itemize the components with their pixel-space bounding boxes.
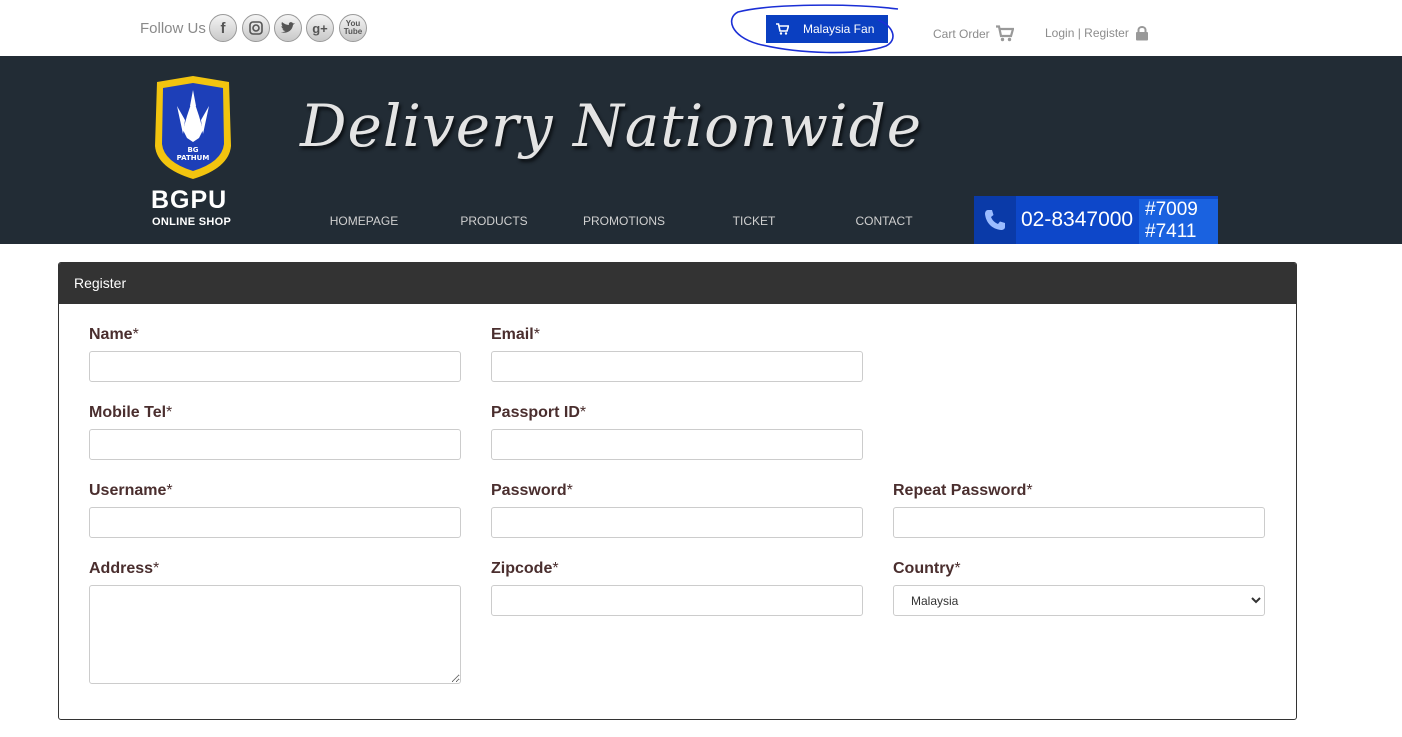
country-label: Country* bbox=[893, 560, 961, 577]
brand-name: BGPU bbox=[151, 186, 228, 214]
phone-number: 02-8347000 bbox=[1021, 208, 1134, 231]
lock-icon bbox=[1135, 26, 1148, 41]
mobile-tel-field[interactable] bbox=[89, 429, 461, 460]
username-label: Username* bbox=[89, 482, 173, 499]
cart-icon bbox=[995, 25, 1014, 42]
register-panel: Register Name* Email* Mobile Tel* Passpo… bbox=[58, 262, 1297, 720]
repeat-password-field[interactable] bbox=[893, 507, 1265, 538]
mobile-tel-label: Mobile Tel* bbox=[89, 404, 173, 421]
address-label: Address* bbox=[89, 560, 160, 577]
malaysia-fan-button[interactable]: Malaysia Fan bbox=[766, 15, 888, 43]
google-plus-icon[interactable]: g+ bbox=[306, 14, 334, 42]
top-bar: Follow Us f g+ You Tube Malaysia Fan Cart… bbox=[0, 0, 1402, 56]
nav-contact[interactable]: CONTACT bbox=[824, 214, 944, 228]
twitter-icon[interactable] bbox=[274, 14, 302, 42]
cart-order-link[interactable]: Cart Order bbox=[933, 25, 1014, 42]
follow-us-label: Follow Us bbox=[140, 20, 206, 37]
header-banner: BG PATHUM BGPU ONLINE SHOP Delivery Nati… bbox=[0, 56, 1402, 244]
email-label: Email* bbox=[491, 326, 540, 343]
phone-icon-container bbox=[974, 196, 1016, 244]
youtube-icon[interactable]: You Tube bbox=[339, 14, 367, 42]
zipcode-field[interactable] bbox=[491, 585, 863, 616]
malaysia-fan-label: Malaysia Fan bbox=[803, 22, 875, 36]
name-field[interactable] bbox=[89, 351, 461, 382]
facebook-icon[interactable]: f bbox=[209, 14, 237, 42]
tagline: Delivery Nationwide bbox=[300, 92, 923, 160]
brand-subtitle: ONLINE SHOP bbox=[152, 216, 232, 228]
phone-extension-2: #7411 bbox=[1145, 221, 1197, 242]
passport-id-field[interactable] bbox=[491, 429, 863, 460]
phone-extensions: #7009 #7411 bbox=[1139, 199, 1218, 244]
nav-ticket[interactable]: TICKET bbox=[694, 214, 814, 228]
passport-id-label: Passport ID* bbox=[491, 404, 587, 421]
repeat-password-label: Repeat Password* bbox=[893, 482, 1033, 499]
svg-text:BG: BG bbox=[187, 146, 198, 154]
nav-promotions[interactable]: PROMOTIONS bbox=[564, 214, 684, 228]
phone-icon bbox=[985, 210, 1005, 230]
login-register-label: Login | Register bbox=[1045, 26, 1129, 40]
username-field[interactable] bbox=[89, 507, 461, 538]
instagram-icon[interactable] bbox=[242, 14, 270, 42]
bg-pathum-logo[interactable]: BG PATHUM bbox=[153, 76, 233, 180]
panel-title: Register bbox=[59, 263, 1296, 304]
zipcode-label: Zipcode* bbox=[491, 560, 559, 577]
svg-text:PATHUM: PATHUM bbox=[177, 154, 210, 162]
email-field[interactable] bbox=[491, 351, 863, 382]
address-field[interactable] bbox=[89, 585, 461, 684]
name-label: Name* bbox=[89, 326, 139, 343]
country-select[interactable]: Malaysia bbox=[893, 585, 1265, 616]
nav-homepage[interactable]: HOMEPAGE bbox=[304, 214, 424, 228]
password-label: Password* bbox=[491, 482, 573, 499]
cart-order-label: Cart Order bbox=[933, 26, 990, 41]
phone-extension-1: #7009 bbox=[1145, 199, 1198, 220]
phone-contact-box[interactable]: 02-8347000 #7009 #7411 bbox=[974, 196, 1218, 244]
password-field[interactable] bbox=[491, 507, 863, 538]
nav-products[interactable]: PRODUCTS bbox=[434, 214, 554, 228]
login-register-link[interactable]: Login | Register bbox=[1045, 25, 1149, 41]
cart-icon bbox=[776, 23, 789, 35]
